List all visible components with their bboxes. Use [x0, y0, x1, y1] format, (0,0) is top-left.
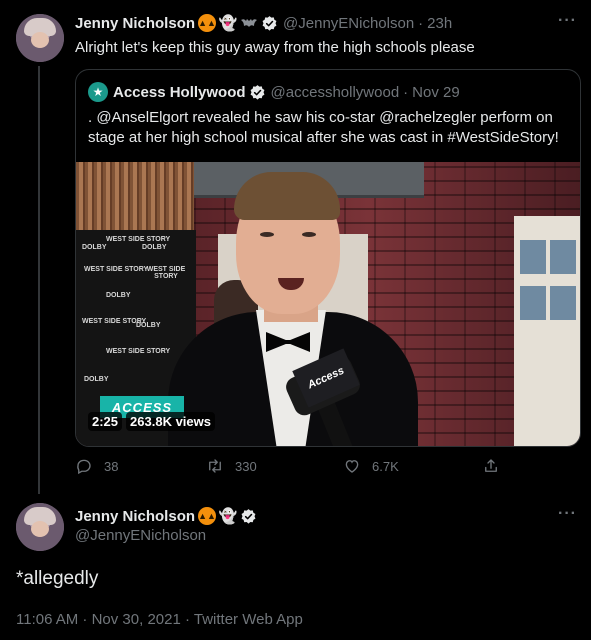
more-options-icon[interactable]: ··· — [558, 12, 577, 30]
tweet[interactable]: Jenny Nicholson ▲▲ 👻 @JennyENicholson · … — [0, 0, 591, 495]
backdrop-logo: DOLBY — [106, 292, 131, 299]
video-player[interactable]: WEST SIDE STORY DOLBY DOLBY WEST SIDE ST… — [76, 162, 580, 446]
author-name[interactable]: Jenny Nicholson — [75, 15, 195, 32]
like-count: 6.7K — [372, 458, 399, 474]
share-button[interactable] — [482, 457, 500, 475]
video-duration: 2:25 — [88, 412, 123, 431]
tweet-metadata[interactable]: 11:06 AM · Nov 30, 2021 · Twitter Web Ap… — [16, 611, 303, 628]
pumpkin-emoji-icon: ▲▲ — [198, 14, 217, 32]
quote-author-name[interactable]: Access Hollywood — [113, 84, 246, 101]
thread-line — [38, 66, 40, 494]
share-icon — [485, 459, 497, 472]
backdrop-logo: WEST SIDE STORY — [106, 348, 171, 355]
tweet-time[interactable]: 23h — [427, 15, 452, 32]
backdrop-logo: DOLBY — [136, 322, 161, 329]
ghost-emoji-icon: 👻 — [218, 14, 238, 32]
eye — [302, 232, 316, 237]
quote-author-handle[interactable]: @accesshollywood — [271, 84, 400, 101]
separator-dot: · — [418, 14, 424, 32]
quote-header: ★ Access Hollywood @accesshollywood · No… — [88, 82, 460, 102]
video-window — [514, 216, 580, 446]
avatar[interactable] — [16, 14, 64, 62]
verified-badge-icon — [261, 15, 278, 32]
heart-icon — [345, 460, 359, 473]
backdrop-logo: DOLBY — [142, 244, 167, 251]
action-bar: 38 330 6.7K — [75, 457, 497, 481]
retweet-button[interactable]: 330 — [206, 457, 257, 475]
ghost-emoji-icon: 👻 — [218, 507, 238, 525]
backdrop-logo: DOLBY — [84, 376, 109, 383]
reply-button[interactable]: 38 — [75, 457, 118, 475]
author-handle[interactable]: @JennyENicholson — [75, 527, 206, 544]
tweet-text: Alright let's keep this guy away from th… — [75, 39, 475, 56]
video-views: 263.8K views — [126, 412, 215, 431]
avatar[interactable] — [16, 503, 64, 551]
separator-dot: · — [403, 83, 409, 101]
tweet-header: Jenny Nicholson ▲▲ 👻 — [75, 507, 257, 525]
retweet-count: 330 — [235, 458, 257, 474]
quoted-tweet[interactable]: ★ Access Hollywood @accesshollywood · No… — [75, 69, 581, 447]
bat-emoji-icon — [240, 14, 258, 32]
access-hollywood-avatar[interactable]: ★ — [88, 82, 108, 102]
tweet-header: Jenny Nicholson ▲▲ 👻 @JennyENicholson · … — [75, 14, 452, 32]
backdrop-logo: WEST SIDE STORY — [146, 266, 186, 280]
eye — [260, 232, 274, 237]
quote-text: . @AnselElgort revealed he saw his co-st… — [88, 109, 559, 146]
reply-icon — [77, 459, 91, 475]
backdrop-logo: DOLBY — [82, 244, 107, 251]
author-name[interactable]: Jenny Nicholson — [75, 508, 195, 525]
tweet-text: *allegedly — [16, 568, 99, 589]
reply-count: 38 — [104, 458, 119, 474]
backdrop-logo: WEST SIDE STORY — [106, 236, 171, 243]
like-button[interactable]: 6.7K — [343, 457, 399, 475]
quote-time[interactable]: Nov 29 — [412, 84, 460, 101]
video-info-badges: 2:25 263.8K views — [88, 412, 215, 431]
retweet-icon — [209, 459, 221, 473]
hair — [234, 172, 340, 220]
verified-badge-icon — [249, 84, 266, 101]
verified-badge-icon — [240, 508, 257, 525]
more-options-icon[interactable]: ··· — [558, 505, 577, 523]
author-handle[interactable]: @JennyENicholson — [283, 15, 414, 32]
pumpkin-emoji-icon: ▲▲ — [198, 507, 217, 525]
